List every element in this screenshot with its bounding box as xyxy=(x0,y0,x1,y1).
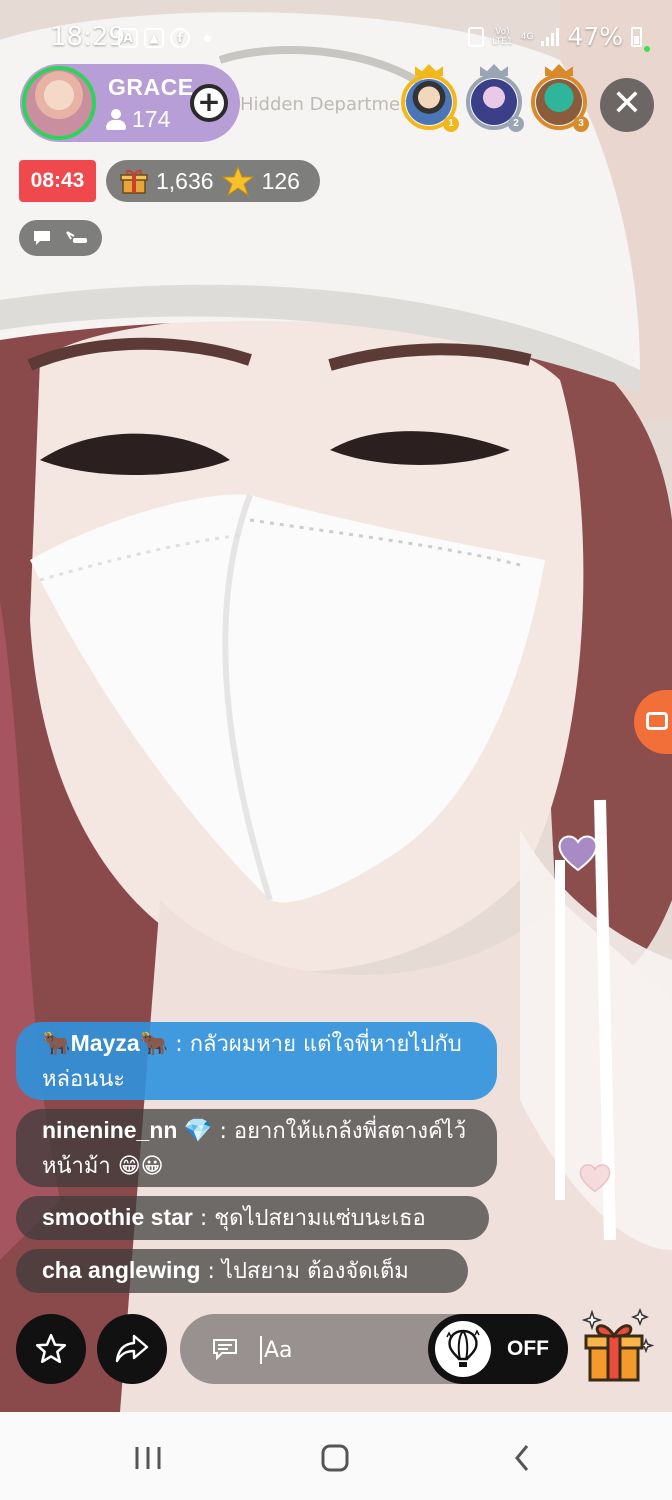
host-avatar[interactable] xyxy=(22,66,96,140)
chat-text: : ไปสยาม ต้องจัดเต็ม xyxy=(200,1259,409,1284)
comment-input[interactable] xyxy=(260,1336,420,1364)
balloon-status: OFF xyxy=(507,1337,549,1360)
svg-text:Hidden Department: Hidden Department xyxy=(240,94,419,115)
network-type: 4G xyxy=(520,31,534,42)
hot-air-balloon-icon xyxy=(446,1329,480,1367)
camera-icon xyxy=(646,712,668,730)
app-notification-icon: A xyxy=(118,28,138,48)
top-viewer-2[interactable]: 2 xyxy=(466,64,524,132)
signal-icon xyxy=(541,27,560,46)
status-right: Vo) LTE1 4G 47% xyxy=(468,22,642,51)
more-notifications-icon xyxy=(204,34,211,42)
follow-button[interactable]: + xyxy=(190,84,228,122)
chat-message[interactable]: smoothie star : ชุดไปสยามแซ่บนะเธอ xyxy=(16,1196,489,1240)
chat-username[interactable]: cha anglewing xyxy=(42,1257,200,1283)
hair-dryer-icon xyxy=(65,231,87,243)
live-stream-screen: Hidden Department 18:29 A ▲ f Vo) LTE1 4… xyxy=(0,0,672,1500)
gift-button[interactable] xyxy=(582,1308,656,1384)
viewer-count: 174 xyxy=(106,106,170,133)
chat-username[interactable]: 🐂Mayza🐂 xyxy=(42,1030,168,1056)
share-button[interactable] xyxy=(97,1314,167,1384)
person-icon xyxy=(106,108,126,131)
chat-username[interactable]: ninenine_nn 💎 xyxy=(42,1117,212,1143)
volte-indicator: Vo) LTE1 xyxy=(492,27,513,47)
recent-apps-icon xyxy=(135,1447,161,1469)
comment-bar[interactable]: OFF xyxy=(180,1314,568,1384)
home-icon xyxy=(321,1444,349,1472)
chat-message[interactable]: 🐂Mayza🐂 : กลัวผมหาย แต่ใจพี่หายไปกับหล่อ… xyxy=(16,1022,497,1100)
viewer-count-value: 174 xyxy=(132,106,171,132)
chat-settings-toggle[interactable] xyxy=(19,220,102,256)
recent-apps-button[interactable] xyxy=(128,1438,168,1478)
top-viewer-1[interactable]: 1 xyxy=(401,64,459,132)
status-time: 18:29 xyxy=(50,22,125,52)
gift-icon xyxy=(120,169,148,194)
status-bar: 18:29 A ▲ f Vo) LTE1 4G 47% xyxy=(0,18,672,62)
notification-icons: A ▲ f xyxy=(118,28,211,48)
gift-count: 1,636 xyxy=(156,167,214,194)
host-name: GRACE xyxy=(108,74,194,100)
share-icon xyxy=(115,1334,149,1363)
balloon-icon-wrap xyxy=(435,1321,491,1377)
star-outline-icon xyxy=(35,1333,67,1364)
back-button[interactable] xyxy=(502,1438,542,1478)
gallery-notification-icon: ▲ xyxy=(144,28,164,48)
home-button[interactable] xyxy=(315,1438,355,1478)
lte-label: LTE1 xyxy=(492,36,513,47)
battery-level: 47% xyxy=(567,22,623,51)
favorite-button[interactable] xyxy=(16,1314,86,1384)
rank-badge: 1 xyxy=(443,116,459,132)
battery-icon xyxy=(631,26,642,47)
alarm-icon xyxy=(468,26,485,47)
rank-badge: 3 xyxy=(573,116,589,132)
balloon-toggle[interactable]: OFF xyxy=(428,1314,568,1384)
live-stats[interactable]: 1,636 126 xyxy=(106,160,320,202)
chat-message[interactable]: ninenine_nn 💎 : อยากให้แกล้งพี่สตางค์ไว้… xyxy=(16,1109,497,1187)
floating-heart-icon xyxy=(579,1164,611,1193)
chat-username[interactable]: smoothie star xyxy=(42,1204,193,1230)
navigation-bar xyxy=(0,1412,672,1500)
live-timer: 08:43 xyxy=(19,160,96,202)
close-button[interactable]: ✕ xyxy=(600,78,654,132)
star-count: 126 xyxy=(261,167,300,194)
back-icon xyxy=(515,1445,529,1471)
chat-bubble-icon xyxy=(33,231,50,245)
comment-icon xyxy=(213,1339,237,1360)
facebook-notification-icon: f xyxy=(170,28,190,48)
host-info[interactable]: GRACE 174 + xyxy=(20,64,240,142)
chat-text: : ชุดไปสยามแซ่บนะเธอ xyxy=(192,1206,426,1231)
floating-heart-icon xyxy=(558,835,598,872)
rank-badge: 2 xyxy=(508,116,524,132)
chat-message[interactable]: cha anglewing : ไปสยาม ต้องจัดเต็ม xyxy=(16,1249,468,1293)
star-icon xyxy=(221,165,254,197)
volte-label: Vo) xyxy=(495,26,510,37)
top-viewer-3[interactable]: 3 xyxy=(531,64,589,132)
privacy-dot-icon xyxy=(644,46,650,52)
